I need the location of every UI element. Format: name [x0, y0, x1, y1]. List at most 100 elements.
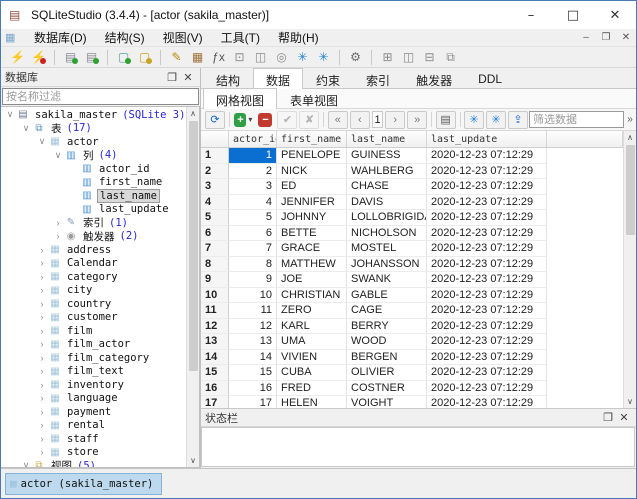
- fit-columns-button[interactable]: ✳: [464, 111, 484, 129]
- tab-结构[interactable]: 结构: [203, 69, 253, 88]
- tree-item-language[interactable]: ›▦language: [1, 392, 186, 406]
- tree-chevron-icon[interactable]: ›: [36, 434, 48, 444]
- data-cell[interactable]: 2020-12-23 07:12:29: [427, 195, 547, 211]
- column-header-last_name[interactable]: last_name: [347, 131, 427, 147]
- print-button[interactable]: ▤: [436, 111, 456, 129]
- data-cell[interactable]: CAGE: [347, 303, 427, 319]
- data-cell[interactable]: 14: [229, 350, 277, 366]
- data-cell[interactable]: 10: [229, 288, 277, 304]
- tree-chevron-icon[interactable]: ∨: [52, 150, 64, 161]
- scroll-up-icon[interactable]: ∧: [627, 131, 633, 144]
- tab-DDL[interactable]: DDL: [465, 69, 515, 88]
- tree-item-film_actor[interactable]: ›▦film_actor: [1, 338, 186, 352]
- taskbar-tab-actor[interactable]: ▦ actor (sakila_master): [5, 473, 162, 495]
- scrollbar-thumb[interactable]: [189, 121, 198, 371]
- fullscreen-icon[interactable]: ✳: [292, 48, 313, 67]
- tab-索引[interactable]: 索引: [353, 69, 403, 88]
- data-cell[interactable]: 2: [229, 164, 277, 180]
- mdi-restore-button[interactable]: ❐: [596, 30, 616, 46]
- tree-chevron-icon[interactable]: ›: [36, 272, 48, 282]
- tree-item-Calendar[interactable]: ›▦Calendar: [1, 257, 186, 271]
- tab-数据[interactable]: 数据: [253, 68, 303, 89]
- grid-filter-input[interactable]: [529, 111, 624, 128]
- grid-scrollbar[interactable]: ∧ ∨: [623, 131, 636, 408]
- tree-chevron-icon[interactable]: ›: [52, 218, 64, 228]
- tree-chevron-icon[interactable]: ›: [36, 420, 48, 430]
- data-cell[interactable]: 5: [229, 210, 277, 226]
- tree-item-staff[interactable]: ›▦staff: [1, 432, 186, 446]
- tree-chevron-icon[interactable]: ∨: [20, 123, 32, 134]
- data-cell[interactable]: 3: [229, 179, 277, 195]
- data-cell[interactable]: 6: [229, 226, 277, 242]
- column-header-last_update[interactable]: last_update: [427, 131, 547, 147]
- tree-filter-input[interactable]: [2, 88, 199, 105]
- tree-item-触发器[interactable]: ›◉触发器(2): [1, 230, 186, 244]
- data-cell[interactable]: JOE: [277, 272, 347, 288]
- tree-chevron-icon[interactable]: ›: [36, 326, 48, 336]
- commit-button[interactable]: ✔: [277, 111, 297, 129]
- tree-scrollbar[interactable]: ∧ ∨: [186, 107, 199, 467]
- tree-item-first_name[interactable]: ▥first_name: [1, 176, 186, 190]
- data-cell[interactable]: 2020-12-23 07:12:29: [427, 272, 547, 288]
- page-number-box[interactable]: 1: [372, 111, 383, 128]
- data-cell[interactable]: CHRISTIAN: [277, 288, 347, 304]
- data-cell[interactable]: 2020-12-23 07:12:29: [427, 396, 547, 408]
- first-page-button[interactable]: «: [328, 111, 348, 129]
- data-cell[interactable]: 2020-12-23 07:12:29: [427, 179, 547, 195]
- data-cell[interactable]: 2020-12-23 07:12:29: [427, 319, 547, 335]
- data-cell[interactable]: NICK: [277, 164, 347, 180]
- tree-item-film_category[interactable]: ›▦film_category: [1, 351, 186, 365]
- data-cell[interactable]: 2020-12-23 07:12:29: [427, 148, 547, 164]
- data-cell[interactable]: OLIVIER: [347, 365, 427, 381]
- export-data-button[interactable]: ⇪: [508, 111, 528, 129]
- close-panel-icon[interactable]: ✕: [180, 71, 196, 84]
- column-header-actor_id[interactable]: actor_id: [229, 131, 277, 147]
- tree-item-payment[interactable]: ›▦payment: [1, 405, 186, 419]
- tree-item-country[interactable]: ›▦country: [1, 297, 186, 311]
- float-panel-icon[interactable]: ❐: [600, 411, 616, 424]
- menu-item-0[interactable]: 数据库(D): [25, 30, 96, 46]
- edit-sql-icon[interactable]: ✎: [166, 48, 187, 67]
- tree-item-customer[interactable]: ›▦customer: [1, 311, 186, 325]
- import-dialog-icon[interactable]: ◫: [250, 48, 271, 67]
- tree-chevron-icon[interactable]: ›: [36, 339, 48, 349]
- scroll-down-icon[interactable]: ∨: [190, 454, 196, 467]
- data-cell[interactable]: HELEN: [277, 396, 347, 408]
- data-cell[interactable]: 11: [229, 303, 277, 319]
- data-cell[interactable]: KARL: [277, 319, 347, 335]
- mdi-split-vertical-icon[interactable]: ◫: [398, 48, 419, 67]
- tree-item-city[interactable]: ›▦city: [1, 284, 186, 298]
- tab-触发器[interactable]: 触发器: [403, 69, 465, 88]
- tree-chevron-icon[interactable]: ›: [36, 353, 48, 363]
- connect-database-icon[interactable]: ⚡: [7, 48, 28, 67]
- tree-chevron-icon[interactable]: ›: [36, 245, 48, 255]
- disconnect-database-icon[interactable]: ⚡: [28, 48, 49, 67]
- data-cell[interactable]: 2020-12-23 07:12:29: [427, 365, 547, 381]
- toolbar-overflow-button[interactable]: »: [627, 114, 633, 125]
- data-cell[interactable]: 13: [229, 334, 277, 350]
- subtab-表单视图[interactable]: 表单视图: [277, 89, 351, 108]
- last-page-button[interactable]: »: [407, 111, 427, 129]
- data-cell[interactable]: 9: [229, 272, 277, 288]
- tree-chevron-icon[interactable]: ›: [36, 366, 48, 376]
- open-sql-editor-icon[interactable]: ▢: [113, 48, 134, 67]
- data-cell[interactable]: MOSTEL: [347, 241, 427, 257]
- export-dialog-icon[interactable]: ◎: [271, 48, 292, 67]
- config-icon[interactable]: ⚙: [345, 48, 366, 67]
- collations-editor-icon[interactable]: ⊡: [229, 48, 250, 67]
- tree-chevron-icon[interactable]: ›: [36, 393, 48, 403]
- data-cell[interactable]: 2020-12-23 07:12:29: [427, 164, 547, 180]
- subtab-网格视图[interactable]: 网格视图: [203, 88, 277, 109]
- data-cell[interactable]: GABLE: [347, 288, 427, 304]
- minimize-button[interactable]: –: [510, 1, 552, 29]
- menu-item-4[interactable]: 帮助(H): [269, 30, 328, 46]
- tree-item-视图[interactable]: ∨⧉视图(5): [1, 459, 186, 467]
- data-cell[interactable]: BETTE: [277, 226, 347, 242]
- scroll-up-icon[interactable]: ∧: [190, 107, 196, 120]
- tree-chevron-icon[interactable]: ›: [36, 312, 48, 322]
- data-cell[interactable]: 4: [229, 195, 277, 211]
- data-cell[interactable]: ED: [277, 179, 347, 195]
- data-cell[interactable]: 2020-12-23 07:12:29: [427, 210, 547, 226]
- data-cell[interactable]: LOLLOBRIGIDA: [347, 210, 427, 226]
- tree-chevron-icon[interactable]: ∨: [4, 109, 16, 120]
